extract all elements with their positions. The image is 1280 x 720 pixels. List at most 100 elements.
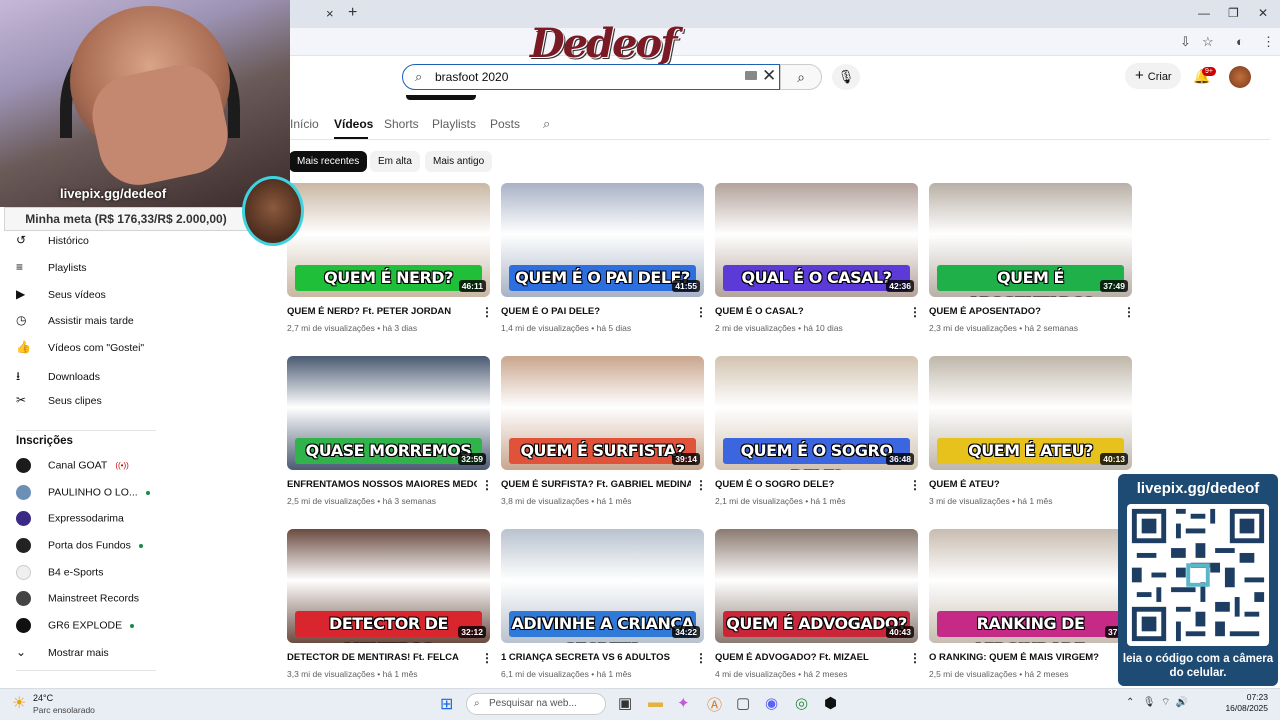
video-thumbnail[interactable]: QUEM É ADVOGADO? 40:43 [715,529,918,643]
filter-chip-recent[interactable]: Mais recentes [289,151,368,172]
sidebar-item-watch-later[interactable]: ◷ Assistir mais tarde [16,313,134,327]
maximize-button[interactable]: ❐ [1228,6,1239,20]
taskbar-search-box[interactable]: ⌕ Pesquisar na web... [466,693,606,715]
video-more-icon[interactable]: ⋮ [909,651,921,665]
subscription-item[interactable]: Canal GOAT ((•)) [16,458,129,473]
sidebar-item-history[interactable]: ↺ Histórico [16,233,89,247]
microphone-icon[interactable]: 🎙 [832,64,860,90]
video-card[interactable]: QUEM É O SOGRO DELE?36:48 QUEM É O SOGRO … [715,356,921,516]
video-more-icon[interactable]: ⋮ [481,651,493,665]
video-title[interactable]: DETECTOR DE MENTIRAS! Ft. FELCA [287,652,477,663]
window-app-icon[interactable]: ▢ [736,694,750,712]
video-thumbnail[interactable]: QUEM É SURFISTA? 39:14 [501,356,704,470]
subscription-item[interactable]: B4 e-Sports [16,565,103,580]
video-thumbnail[interactable]: DETECTOR DE MENTIRAS32:12 [287,529,490,643]
video-card[interactable]: QUEM É NERD? 46:11 QUEM É NERD? Ft. PETER … [287,183,493,343]
profile-icon[interactable]: ◐ [1236,34,1244,49]
filter-chip-oldest[interactable]: Mais antigo [425,151,493,172]
video-thumbnail[interactable]: RANKING DE VIRGINDADE37:5 [929,529,1132,643]
video-thumbnail[interactable]: QUEM É NERD? 46:11 [287,183,490,297]
video-thumbnail[interactable]: QUAL É O CASAL? 42:36 [715,183,918,297]
discord-icon[interactable]: ◉ [765,694,778,712]
video-title[interactable]: 1 CRIANÇA SECRETA VS 6 ADULTOS [501,652,691,663]
video-more-icon[interactable]: ⋮ [481,478,493,492]
video-card[interactable]: RANKING DE VIRGINDADE37:5 O RANKING: QUEM… [929,529,1135,689]
video-more-icon[interactable]: ⋮ [1123,305,1135,319]
show-more-button[interactable]: ⌄ Mostrar mais [16,645,109,659]
video-card[interactable]: DETECTOR DE MENTIRAS32:12 DETECTOR DE MEN… [287,529,493,689]
video-thumbnail[interactable]: QUEM É O PAI DELE? 41:55 [501,183,704,297]
app-a-icon[interactable]: Ⓐ [707,694,722,715]
video-thumbnail[interactable]: QUEM É APOSENTADO?37:49 [929,183,1132,297]
video-card[interactable]: QUEM É APOSENTADO?37:49 QUEM É APOSENTADO… [929,183,1135,343]
video-title[interactable]: QUEM É O SOGRO DELE? [715,479,905,490]
video-title[interactable]: QUEM É ATEU? [929,479,1119,490]
subscription-item[interactable]: Expressodarima [16,511,124,526]
video-title[interactable]: QUEM É O PAI DELE? [501,306,691,317]
obs-icon[interactable]: ⬢ [824,694,837,712]
video-thumbnail[interactable]: QUEM É ATEU? 40:13 [929,356,1132,470]
tab-playlists[interactable]: Playlists [432,117,476,131]
tab-posts[interactable]: Posts [490,117,520,131]
video-more-icon[interactable]: ⋮ [909,305,921,319]
video-more-icon[interactable]: ⋮ [695,478,707,492]
video-title[interactable]: QUEM É APOSENTADO? [929,306,1119,317]
windows-start-icon[interactable]: ⊞ [440,694,453,714]
install-icon[interactable]: ⇩ [1180,34,1191,50]
bookmark-star-icon[interactable]: ☆ [1202,34,1214,50]
search-box[interactable]: ⌕ ✕ [402,64,780,90]
weather-condition[interactable]: Parc ensolarado [33,705,95,715]
subscription-item[interactable]: PAULINHO O LO... [16,485,150,500]
video-title[interactable]: ENFRENTAMOS NOSSOS MAIORES MEDOS [287,479,477,490]
sidebar-item-playlists[interactable]: ≡ Playlists [16,260,87,274]
browser-menu-icon[interactable]: ⋮ [1262,34,1275,50]
search-button[interactable]: ⌕ [780,64,822,90]
video-title[interactable]: QUEM É NERD? Ft. PETER JORDAN [287,306,477,317]
video-card[interactable]: QUEM É ATEU? 40:13 QUEM É ATEU? 3 mi de vis… [929,356,1135,516]
tab-shorts[interactable]: Shorts [384,117,419,131]
system-tray-icons[interactable]: ⌃ 🎙 ⌔ 🔊 [1126,696,1188,709]
tab-videos[interactable]: Vídeos [334,117,373,131]
minimize-button[interactable]: — [1198,6,1210,20]
weather-temperature[interactable]: 24°C [33,693,53,703]
sidebar-item-clips[interactable]: ✂ Seus clipes [16,393,102,407]
keyboard-icon[interactable] [745,71,757,80]
video-more-icon[interactable]: ⋮ [481,305,493,319]
close-window-button[interactable]: ✕ [1258,6,1268,20]
new-tab-button[interactable]: + [348,4,357,22]
video-more-icon[interactable]: ⋮ [695,305,707,319]
subscription-item[interactable]: Mainstreet Records [16,591,139,606]
account-avatar[interactable] [1229,66,1251,88]
subscription-item[interactable]: GR6 EXPLODE [16,618,135,633]
subscription-item[interactable]: Porta dos Fundos [16,538,143,553]
sidebar-item-your-videos[interactable]: ▶ Seus vídeos [16,287,106,301]
clock[interactable]: 07:23 16/08/2025 [1222,692,1268,714]
create-button[interactable]: + Criar [1125,63,1181,89]
video-more-icon[interactable]: ⋮ [909,478,921,492]
channel-subscribe-pill[interactable] [406,95,476,100]
copilot-icon[interactable]: ✦ [677,694,690,712]
task-view-icon[interactable]: ▣ [618,694,632,712]
video-title[interactable]: QUEM É O CASAL? [715,306,905,317]
channel-search-icon[interactable]: ⌕ [543,116,550,132]
chrome-icon[interactable]: ◎ [795,694,808,712]
sidebar-item-downloads[interactable]: ⭳ Downloads [16,367,100,388]
video-thumbnail[interactable]: QUEM É O SOGRO DELE?36:48 [715,356,918,470]
video-more-icon[interactable]: ⋮ [695,651,707,665]
video-title[interactable]: QUEM É ADVOGADO? Ft. MIZAEL [715,652,905,663]
sidebar-item-liked[interactable]: 👍 Vídeos com "Gostei" [16,340,144,354]
sun-cloud-icon[interactable]: ☀ [12,693,26,713]
video-card[interactable]: QUASE MORREMOS 32:59 ENFRENTAMOS NOSSOS MA… [287,356,493,516]
video-thumbnail[interactable]: ADIVINHE A CRIANÇA SECRETA34:22 [501,529,704,643]
video-thumbnail[interactable]: QUASE MORREMOS 32:59 [287,356,490,470]
video-title[interactable]: O RANKING: QUEM É MAIS VIRGEM? [929,652,1119,663]
clear-search-icon[interactable]: ✕ [762,66,776,86]
video-card[interactable]: QUEM É O PAI DELE? 41:55 QUEM É O PAI DELE… [501,183,707,343]
video-card[interactable]: QUAL É O CASAL? 42:36 QUEM É O CASAL? 2 mi … [715,183,921,343]
video-card[interactable]: QUEM É SURFISTA? 39:14 QUEM É SURFISTA? Ft… [501,356,707,516]
filter-chip-popular[interactable]: Em alta [370,151,420,172]
video-title[interactable]: QUEM É SURFISTA? Ft. GABRIEL MEDINA [501,479,691,490]
search-input[interactable] [435,68,735,86]
video-card[interactable]: QUEM É ADVOGADO? 40:43 QUEM É ADVOGADO? Ft… [715,529,921,689]
tab-inicio[interactable]: Início [290,117,319,131]
